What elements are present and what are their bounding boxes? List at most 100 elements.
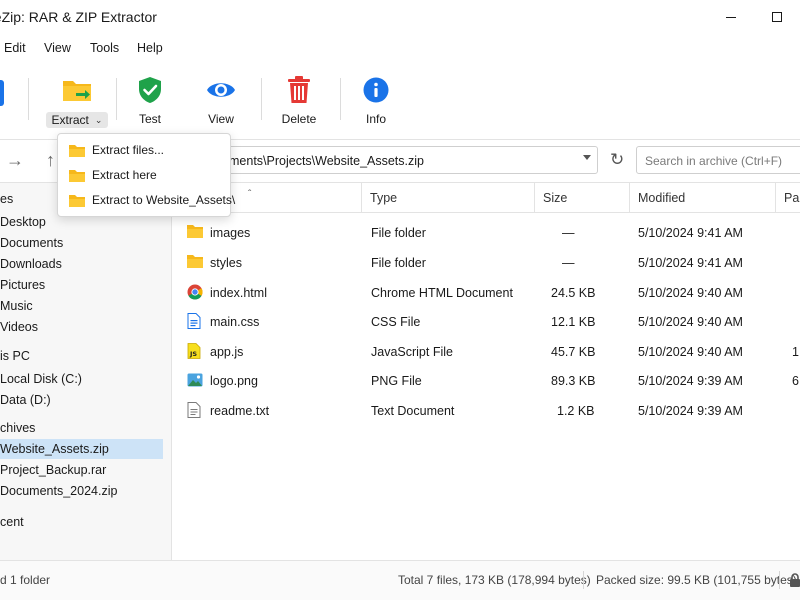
file-modified: 5/10/2024 9:41 AM: [638, 256, 743, 270]
column-separator[interactable]: [534, 183, 535, 213]
menu-view[interactable]: View: [44, 41, 71, 55]
sidebar-item-recent-header: cent: [0, 515, 24, 529]
test-button[interactable]: Test: [130, 74, 170, 136]
table-row[interactable]: readme.txt Text Document 1.2 KB 5/10/202…: [172, 397, 800, 425]
sidebar-item-project-backup[interactable]: Project_Backup.rar: [0, 460, 172, 480]
view-button[interactable]: View: [201, 74, 241, 136]
table-row[interactable]: images File folder — 5/10/2024 9:41 AM: [172, 219, 800, 247]
info-button[interactable]: Info: [356, 74, 396, 136]
add-icon[interactable]: [0, 80, 4, 106]
css-file-icon: [187, 313, 203, 329]
table-row[interactable]: main.css CSS File 12.1 KB 5/10/2024 9:40…: [172, 308, 800, 336]
title-bar: eeZip: RAR & ZIP Extractor: [0, 0, 800, 34]
folder-icon: [187, 254, 203, 270]
table-row[interactable]: logo.png PNG File 89.3 KB 5/10/2024 9:39…: [172, 367, 800, 395]
view-label: View: [208, 112, 234, 126]
file-size: 1.2 KB: [557, 404, 595, 418]
table-row[interactable]: index.html Chrome HTML Document 24.5 KB …: [172, 279, 800, 307]
sidebar-item-data-drive[interactable]: Data (D:): [0, 390, 172, 410]
column-header-type[interactable]: Type: [370, 191, 397, 205]
delete-button[interactable]: Delete: [278, 74, 320, 136]
window-title: eeZip: RAR & ZIP Extractor: [0, 9, 157, 25]
file-modified: 5/10/2024 9:39 AM: [638, 374, 743, 388]
column-separator[interactable]: [629, 183, 630, 213]
sidebar-item-website-assets[interactable]: Website_Assets.zip: [0, 439, 163, 459]
trash-icon: [283, 74, 315, 106]
menu-edit[interactable]: Edit: [4, 41, 26, 55]
minimize-icon: [726, 16, 736, 18]
status-total: Total 7 files, 173 KB (178,994 bytes): [398, 573, 591, 587]
folder-icon: [69, 194, 85, 210]
column-separator[interactable]: [775, 183, 776, 213]
menu-item-extract-here[interactable]: Extract here: [58, 163, 230, 188]
folder-icon: [187, 224, 203, 240]
column-header-size[interactable]: Size: [543, 191, 567, 205]
refresh-icon[interactable]: ↻: [610, 150, 624, 170]
toolbar-separator: [340, 78, 341, 120]
file-type: CSS File: [371, 315, 421, 329]
status-separator: [583, 571, 584, 589]
search-placeholder: Search in archive (Ctrl+F): [645, 154, 783, 168]
file-name: images: [210, 226, 251, 240]
forward-arrow-icon[interactable]: →: [6, 150, 24, 171]
menu-bar: Edit View Tools Help: [0, 38, 800, 60]
menu-item-extract-files[interactable]: Extract files...: [58, 138, 230, 163]
file-name: readme.txt: [210, 404, 270, 418]
menu-item-extract-to-folder[interactable]: Extract to Website_Assets\: [58, 188, 235, 213]
address-bar[interactable]: ments\Projects\Website_Assets.zip: [200, 146, 598, 174]
up-arrow-icon[interactable]: ↑: [46, 150, 55, 171]
status-packed: Packed size: 99.5 KB (101,755 bytes): [596, 573, 797, 587]
file-type: JavaScript File: [371, 345, 453, 359]
search-input[interactable]: Search in archive (Ctrl+F): [636, 146, 800, 174]
file-size: 12.1 KB: [551, 315, 596, 329]
extract-dropdown-menu: Extract files... Extract here Extract to…: [57, 133, 235, 217]
chevron-down-icon[interactable]: ⌄: [95, 115, 103, 126]
menu-tools[interactable]: Tools: [90, 41, 119, 55]
folder-icon: [69, 169, 85, 185]
lock-icon: [790, 573, 800, 587]
folder-icon: [69, 144, 85, 160]
info-icon: [360, 74, 392, 106]
sidebar-item-downloads[interactable]: Downloads: [0, 254, 172, 274]
sidebar-item-local-disk[interactable]: Local Disk (C:): [0, 369, 172, 389]
column-header-packed[interactable]: Pa: [784, 191, 799, 205]
file-type: Text Document: [371, 404, 455, 418]
file-modified: 5/10/2024 9:40 AM: [638, 315, 743, 329]
column-separator[interactable]: [361, 183, 362, 213]
sidebar-item-music[interactable]: Music: [0, 296, 172, 316]
file-name: app.js: [210, 345, 244, 359]
menu-help[interactable]: Help: [137, 41, 163, 55]
extract-label: Extract: [51, 113, 89, 127]
sort-ascending-icon[interactable]: ˆ: [248, 189, 251, 200]
file-size: 24.5 KB: [551, 286, 596, 300]
maximize-icon: [772, 12, 782, 22]
extract-folder-icon: [61, 74, 93, 106]
file-modified: 5/10/2024 9:39 AM: [638, 404, 743, 418]
file-name: index.html: [210, 286, 267, 300]
toolbar-separator: [261, 78, 262, 120]
table-row[interactable]: styles File folder — 5/10/2024 9:41 AM: [172, 249, 800, 277]
sidebar-item-documents-2024[interactable]: Documents_2024.zip: [0, 481, 172, 501]
sidebar-item-videos[interactable]: Videos: [0, 317, 172, 337]
sidebar-item-this-pc-header: is PC: [0, 349, 30, 363]
extract-button[interactable]: Extract ⌄: [44, 74, 110, 136]
toolbar: Extract ⌄ Test View Delete Info: [0, 66, 800, 136]
delete-label: Delete: [281, 112, 317, 126]
minimize-button[interactable]: [708, 0, 754, 34]
shield-check-icon: [134, 74, 166, 106]
sidebar-item-documents[interactable]: Documents: [0, 233, 172, 253]
file-modified: 5/10/2024 9:40 AM: [638, 286, 743, 300]
status-bar: d 1 folder Total 7 files, 173 KB (178,99…: [0, 560, 800, 600]
file-modified: 5/10/2024 9:40 AM: [638, 345, 743, 359]
table-row[interactable]: JS app.js JavaScript File 45.7 KB 5/10/2…: [172, 338, 800, 366]
column-header-modified[interactable]: Modified: [638, 191, 685, 205]
maximize-button[interactable]: [754, 0, 800, 34]
test-label: Test: [138, 112, 161, 126]
file-list: ˆ Type Size Modified Pa images File fold…: [172, 183, 800, 560]
file-modified: 5/10/2024 9:41 AM: [638, 226, 743, 240]
eye-icon: [205, 74, 237, 106]
address-dropdown-icon[interactable]: [583, 155, 591, 160]
file-type: File folder: [371, 256, 426, 270]
toolbar-separator: [28, 78, 29, 120]
sidebar-item-pictures[interactable]: Pictures: [0, 275, 172, 295]
